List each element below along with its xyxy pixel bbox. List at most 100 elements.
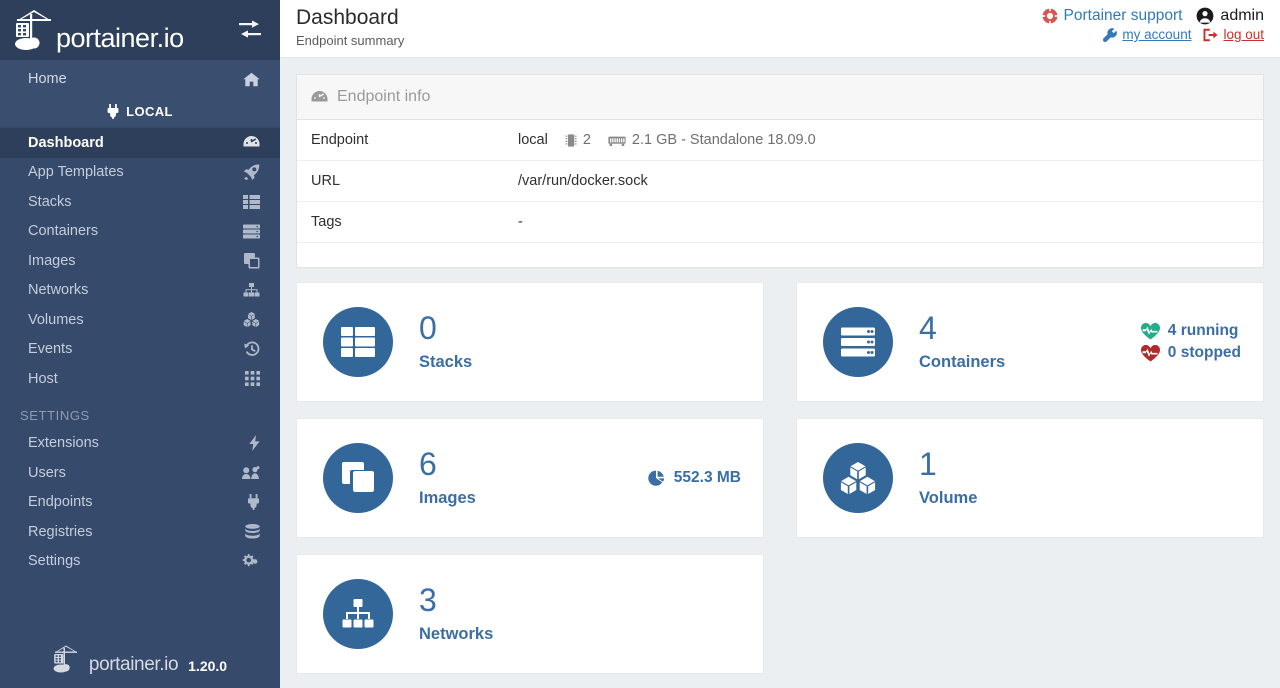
sidebar-item-extensions[interactable]: Extensions [0,429,280,459]
plug-icon [107,104,119,119]
endpoint-row-label: Endpoint [311,132,518,148]
list-icon [243,195,260,209]
sidebar-item-app-templates[interactable]: App Templates [0,158,280,188]
containers-card-text: 4 Containers [919,312,1005,372]
current-user-name: admin [1220,7,1264,25]
volumes-card[interactable]: 1 Volume [796,418,1264,538]
portainer-logo-text: portainer.io [56,25,184,52]
sidebar-item-label: Registries [28,524,92,540]
microchip-icon [565,133,577,148]
sidebar-item-users[interactable]: Users [0,458,280,488]
networks-card[interactable]: 3 Networks [296,554,764,674]
sidebar-item-label: Dashboard [28,135,104,151]
sidebar-item-registries[interactable]: Registries [0,517,280,547]
sidebar: portainer.io Home [0,0,280,688]
topbar-right: Portainer support admin my accou [1042,5,1264,42]
current-user[interactable]: admin [1196,7,1264,25]
memory-icon [608,134,626,147]
images-icon [323,443,393,513]
cubes-icon [243,312,260,327]
sidebar-item-host[interactable]: Host [0,364,280,394]
portainer-logo[interactable]: portainer.io [14,8,184,52]
sidebar-item-label: Home [28,71,67,87]
clone-icon [244,253,260,269]
sidebar-item-networks[interactable]: Networks [0,276,280,306]
toggle-sidebar-icon[interactable] [238,20,262,40]
user-circle-icon [1196,7,1214,25]
sidebar-item-stacks[interactable]: Stacks [0,187,280,217]
portainer-footer-logo-icon [53,644,79,674]
stacks-label: Stacks [419,353,472,372]
images-card-text: 6 Images [419,448,476,508]
sidebar-header: portainer.io [0,0,280,60]
logout-label: log out [1223,27,1264,42]
sidebar-item-images[interactable]: Images [0,246,280,276]
bolt-icon [249,435,260,451]
topbar-row-secondary: my account log out [1103,27,1264,42]
dashboard-content: Endpoint info Endpoint local 2 [280,58,1280,688]
active-endpoint-label: LOCAL [126,104,173,119]
sidebar-item-label: Stacks [28,194,72,210]
sidebar-item-label: Settings [28,553,80,569]
containers-stopped-label: 0 stopped [1168,344,1241,362]
topbar-row-primary: Portainer support admin [1042,7,1264,25]
sidebar-nav-list: Dashboard App Templates Stacks Container… [0,126,280,576]
pie-chart-icon [648,470,665,487]
sidebar-item-settings[interactable]: Settings [0,547,280,577]
sidebar-item-label: Volumes [28,312,84,328]
images-card[interactable]: 6 Images 552.3 MB [296,418,764,538]
tags-row-value: - [518,214,523,230]
main-area: Dashboard Endpoint summary Portainer sup… [280,0,1280,688]
volumes-icon [823,443,893,513]
sitemap-icon [243,283,260,297]
portainer-support-link[interactable]: Portainer support [1042,7,1183,25]
sidebar-footer: portainer.io 1.20.0 [0,644,280,674]
life-ring-icon [1042,8,1058,24]
stacks-icon [323,307,393,377]
sidebar-item-label: Images [28,253,76,269]
containers-label: Containers [919,353,1005,372]
stacks-count: 0 [419,312,472,346]
sidebar-item-label: Containers [28,223,98,239]
containers-status-block: 4 running 0 stopped [1141,322,1241,362]
logout-link[interactable]: log out [1203,27,1264,42]
history-icon [244,341,260,357]
images-size-block: 552.3 MB [648,469,741,487]
sidebar-item-label: Host [28,371,58,387]
active-endpoint-badge: LOCAL [0,98,280,126]
portainer-support-label: Portainer support [1064,7,1183,25]
endpoint-row: Endpoint local 2 2.1 GB - Standalone 18.… [297,120,1263,161]
users-icon [242,466,260,480]
sidebar-item-label: Users [28,465,66,481]
url-row-value: /var/run/docker.sock [518,173,648,189]
networks-count: 3 [419,584,493,618]
endpoint-name: local [518,132,548,148]
sidebar-item-containers[interactable]: Containers [0,217,280,247]
app-root: portainer.io Home [0,0,1280,688]
sidebar-item-label: App Templates [28,164,124,180]
containers-card[interactable]: 4 Containers 4 running [796,282,1264,402]
endpoint-row-value: local 2 2.1 GB - Standalone 18.09.0 [518,132,816,148]
sidebar-item-dashboard[interactable]: Dashboard [0,128,280,158]
endpoint-memory: 2.1 GB - Standalone 18.09.0 [632,132,816,148]
tags-row-label: Tags [311,214,518,230]
url-row: URL /var/run/docker.sock [297,161,1263,202]
containers-running: 4 running [1141,322,1239,340]
portainer-version: 1.20.0 [188,659,227,674]
url-row-label: URL [311,173,518,189]
sidebar-item-home[interactable]: Home [0,60,280,98]
plug-icon [247,494,260,510]
dashboard-icon [243,135,260,150]
topbar: Dashboard Endpoint summary Portainer sup… [280,0,1280,58]
stacks-card[interactable]: 0 Stacks [296,282,764,402]
th-icon [245,371,260,386]
home-icon [243,72,260,87]
my-account-link[interactable]: my account [1103,27,1191,42]
server-icon [243,224,260,239]
sidebar-item-volumes[interactable]: Volumes [0,305,280,335]
containers-stopped: 0 stopped [1141,344,1241,362]
sidebar-item-events[interactable]: Events [0,335,280,365]
database-icon [245,524,260,539]
sidebar-item-endpoints[interactable]: Endpoints [0,488,280,518]
containers-count: 4 [919,312,1005,346]
